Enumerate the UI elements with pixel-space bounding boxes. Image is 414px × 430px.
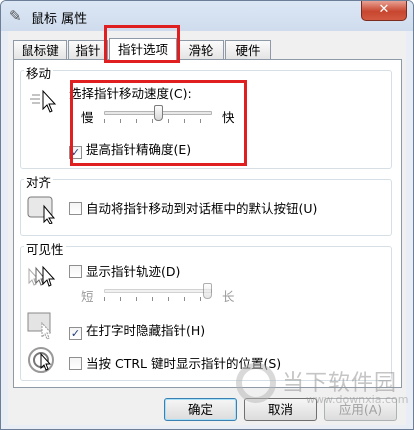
tab-pointer-options[interactable]: 指针选项 [109,38,177,61]
snap-to-default-checkbox[interactable] [69,202,82,215]
enhance-precision-label: 提高指针精确度(E) [86,142,192,157]
tab-hardware[interactable]: 硬件 [225,40,271,60]
visibility-group-label: 可见性 [24,239,66,258]
mouse-properties-dialog: ✎ 鼠标 属性 ✕ 鼠标键 指针 指针选项 滑轮 硬件 移动 选择指针移动速度(… [0,0,414,430]
snap-to-button-icon [27,196,56,224]
motion-group-label: 移动 [24,63,54,82]
snap-to-group: 对齐 自动将指针移动到对话框中的默认按钮(U) [20,172,392,236]
enhance-precision-checkbox[interactable]: ✓ [69,146,82,159]
tab-wheel[interactable]: 滑轮 [178,40,224,60]
trail-slider-thumb[interactable] [203,283,212,299]
show-location-label: 当按 CTRL 键时显示指针的位置(S) [86,356,282,371]
ok-button[interactable]: 确定 [164,398,237,421]
pointer-trails-label: 显示指针轨迹(D) [86,264,181,279]
trail-length-slider[interactable] [104,283,212,303]
enhance-precision-option[interactable]: ✓ 提高指针精确度(E) [69,139,191,159]
pointer-trails-icon [28,265,56,287]
tab-buttons[interactable]: 鼠标键 [13,40,67,60]
snap-to-default-option[interactable]: 自动将指针移动到对话框中的默认按钮(U) [69,198,317,217]
long-label: 长 [222,289,235,304]
mouse-icon: ✎ [9,7,22,25]
hide-while-typing-label: 在打字时隐藏指针(H) [86,323,206,338]
hide-while-typing-option[interactable]: ✓ 在打字时隐藏指针(H) [69,320,205,340]
fast-label: 快 [222,110,235,125]
show-location-checkbox[interactable] [69,357,82,370]
snap-to-default-label: 自动将指针移动到对话框中的默认按钮(U) [86,201,318,216]
close-button[interactable]: ✕ [361,1,407,21]
slow-label: 慢 [81,110,94,125]
pointer-trails-checkbox[interactable] [69,265,82,278]
hide-while-typing-checkbox[interactable]: ✓ [69,327,82,340]
pointer-options-panel: 移动 选择指针移动速度(C): 慢 快 ✓ 提高指针精确度(E) 对齐 自动将指… [13,59,402,388]
speed-label: 选择指针移动速度(C): [69,86,192,101]
visibility-group: 可见性 显示指针轨迹(D) 短 长 ✓ 在打字时隐藏指针(H) 当按 CTRL … [20,239,392,381]
speed-slider-thumb[interactable] [154,105,163,121]
window-title: 鼠标 属性 [31,12,88,27]
apply-button[interactable]: 应用(A) [324,398,397,421]
cancel-button[interactable]: 取消 [244,398,317,421]
snap-group-label: 对齐 [24,172,54,191]
dialog-client: 鼠标键 指针 指针选项 滑轮 硬件 移动 选择指针移动速度(C): 慢 快 ✓ … [8,31,406,425]
motion-group: 移动 选择指针移动速度(C): 慢 快 ✓ 提高指针精确度(E) [20,63,392,169]
hide-while-typing-icon [27,312,53,340]
trail-slider-ticks [104,297,212,301]
trail-slider-track [104,289,212,293]
short-label: 短 [81,289,94,304]
pointer-speed-slider[interactable] [104,105,212,125]
title-bar[interactable]: ✎ 鼠标 属性 ✕ [1,1,413,31]
tab-pointers[interactable]: 指针 [68,40,108,60]
show-location-icon [28,347,54,373]
pointer-speed-icon [30,89,57,113]
pointer-trails-option[interactable]: 显示指针轨迹(D) [69,261,180,280]
show-location-option[interactable]: 当按 CTRL 键时显示指针的位置(S) [69,353,281,372]
